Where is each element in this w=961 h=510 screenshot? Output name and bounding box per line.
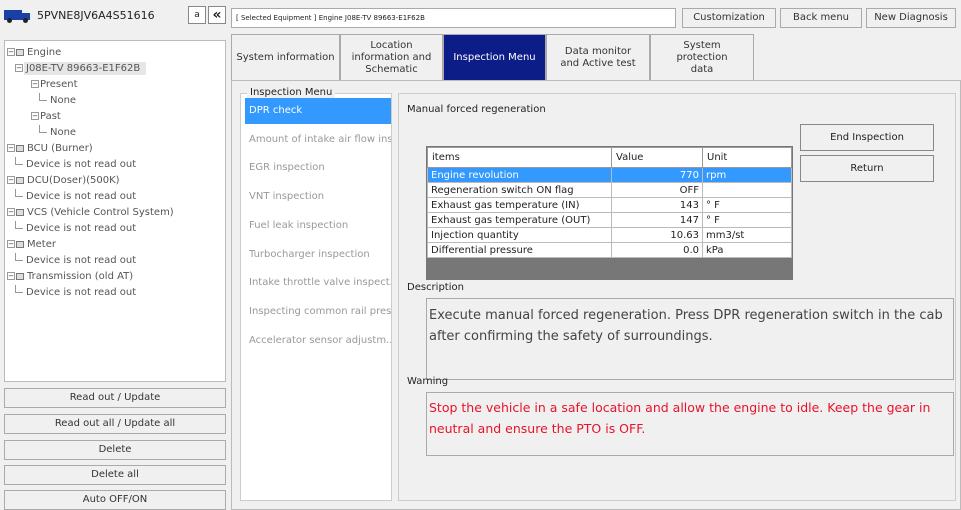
return-button[interactable]: Return [800,155,934,182]
tree-node-dcu[interactable]: − DCU(Doser)(500K) [5,173,225,189]
ecu-tree[interactable]: − Engine − J08E-TV 89663-E1F62B − Present N… [4,40,226,382]
delete-button[interactable]: Delete [4,440,226,460]
top-bar: [ Selected Equipment ] Engine J08E-TV 89… [231,8,961,28]
inspection-panel: Manual forced regeneration items Value U… [398,93,956,501]
collapse-icon[interactable]: − [7,272,15,280]
selected-equipment-label: [ Selected Equipment ] Engine J08E-TV 89… [231,8,676,28]
truck-icon [4,8,32,23]
tab-inspection-menu[interactable]: Inspection Menu [443,34,546,80]
collapse-icon[interactable]: − [7,48,15,56]
table-row[interactable]: Regeneration switch ON flag OFF [427,182,792,198]
collapse-icon[interactable]: − [31,80,39,88]
new-diagnosis-button[interactable]: New Diagnosis [866,8,956,28]
read-out-all-button[interactable]: Read out all / Update all [4,414,226,434]
tree-node-engine[interactable]: − Engine [5,45,225,61]
tree-node-leaf[interactable]: None [5,125,225,141]
tree-node-past[interactable]: − Past [5,109,225,125]
warning-label: Warning [407,376,449,387]
tab-data-monitor[interactable]: Data monitor and Active test [546,34,650,80]
tree-node-leaf[interactable]: Device is not read out [5,189,225,205]
right-pane: [ Selected Equipment ] Engine J08E-TV 89… [231,0,961,510]
table-row[interactable]: Injection quantity 10.63 mm3/st [427,227,792,243]
table-row[interactable]: Engine revolution 770 rpm [427,167,792,183]
device-icon [16,176,24,184]
warning-text: Stop the vehicle in a safe location and … [426,392,954,456]
end-inspection-button[interactable]: End Inspection [800,124,934,151]
read-out-button[interactable]: Read out / Update [4,388,226,408]
column-header: items [427,147,612,168]
tab-content: Inspection Menu DPR check Amount of inta… [231,80,961,510]
panel-title: Manual forced regeneration [407,104,546,115]
tree-node-present[interactable]: − Present [5,77,225,93]
collapse-icon[interactable]: − [7,208,15,216]
tab-location-schematic[interactable]: Location information and Schematic [340,34,443,80]
back-menu-button[interactable]: Back menu [780,8,862,28]
tree-node-vcs[interactable]: − VCS (Vehicle Control System) [5,205,225,221]
column-header: Value [611,147,703,168]
description-text: Execute manual forced regeneration. Pres… [426,298,954,380]
tree-node-ecu[interactable]: − J08E-TV 89663-E1F62B [5,61,225,77]
tab-system-protection[interactable]: System protection data [650,34,754,80]
tree-node-leaf[interactable]: Device is not read out [5,285,225,301]
left-pane: 5PVNE8JV6A4S51616 a « − Engine − J08E-TV 8… [0,0,229,510]
device-icon [16,144,24,152]
menu-item[interactable]: Inspecting common rail pres... [245,299,391,325]
customization-button[interactable]: Customization [682,8,776,28]
info-button[interactable]: a [188,6,206,24]
inspection-menu-list: Inspection Menu DPR check Amount of inta… [240,87,392,501]
collapse-icon[interactable]: − [7,176,15,184]
collapse-icon[interactable]: − [15,64,23,72]
inspection-menu-title: Inspection Menu [247,87,336,98]
menu-item[interactable]: EGR inspection [245,155,391,181]
menu-item[interactable]: VNT inspection [245,184,391,210]
table-row[interactable]: Exhaust gas temperature (IN) 143 ° F [427,197,792,213]
tree-node-meter[interactable]: − Meter [5,237,225,253]
device-icon [16,208,24,216]
table-row[interactable]: Differential pressure 0.0 kPa [427,242,792,258]
device-icon [16,48,24,56]
tab-system-information[interactable]: System information [231,34,340,80]
menu-item[interactable]: Intake throttle valve inspect... [245,270,391,296]
auto-off-on-button[interactable]: Auto OFF/ON [4,490,226,510]
description-label: Description [407,282,464,293]
tree-node-leaf[interactable]: Device is not read out [5,221,225,237]
menu-item[interactable]: Accelerator sensor adjustm... [245,328,391,354]
collapse-icon[interactable]: − [7,144,15,152]
tree-node-leaf[interactable]: Device is not read out [5,157,225,173]
tree-node-bcu[interactable]: − BCU (Burner) [5,141,225,157]
menu-item-dpr-check[interactable]: DPR check [245,98,391,124]
collapse-icon[interactable]: − [7,240,15,248]
vehicle-bar: 5PVNE8JV6A4S51616 a « [4,4,226,26]
table-header: items Value Unit [427,147,792,168]
column-header: Unit [702,147,792,168]
table-row[interactable]: Exhaust gas temperature (OUT) 147 ° F [427,212,792,228]
tree-node-transmission[interactable]: − Transmission (old AT) [5,269,225,285]
menu-item[interactable]: Turbocharger inspection [245,242,391,268]
collapse-pane-button[interactable]: « [208,6,226,24]
tab-bar: System information Location information … [231,34,961,80]
tree-node-leaf[interactable]: None [5,93,225,109]
device-icon [16,240,24,248]
collapse-icon[interactable]: − [31,112,39,120]
menu-item[interactable]: Amount of intake air flow ins... [245,127,391,153]
data-table: items Value Unit Engine revolution 770 r… [426,146,793,280]
delete-all-button[interactable]: Delete all [4,465,226,485]
tree-node-leaf[interactable]: Device is not read out [5,253,225,269]
vin-label: 5PVNE8JV6A4S51616 [37,8,155,22]
device-icon [16,272,24,280]
menu-item[interactable]: Fuel leak inspection [245,213,391,239]
